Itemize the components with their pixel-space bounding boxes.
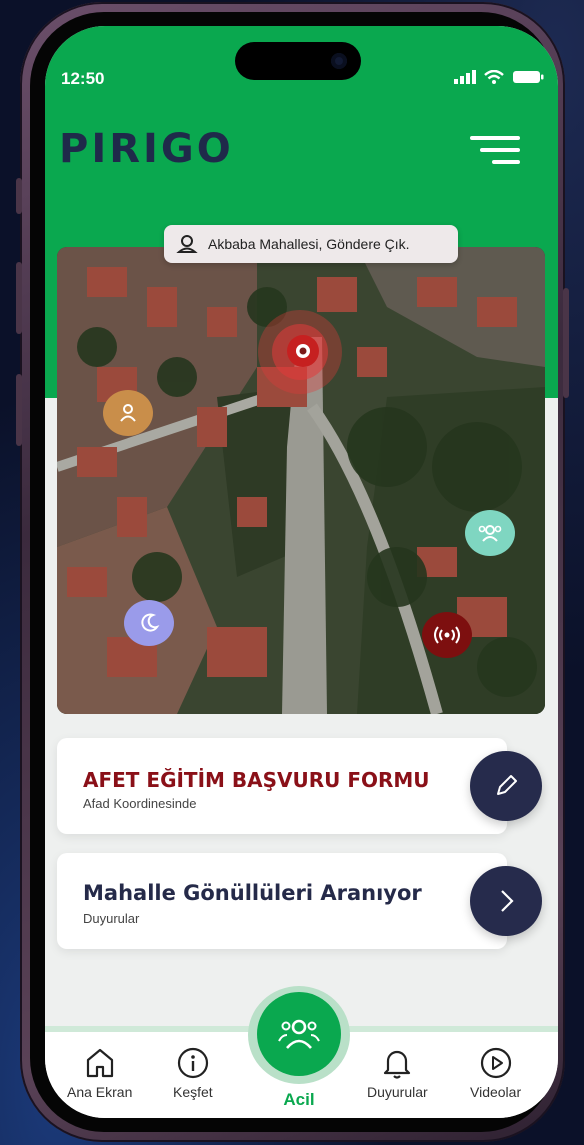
camera-icon — [331, 53, 347, 69]
card-subtitle: Duyurular — [83, 911, 140, 926]
card-afet-egitim[interactable]: AFET EĞİTİM BAŞVURU FORMU Afad Koordines… — [57, 738, 507, 834]
card-title: Mahalle Gönüllüleri Aranıyor — [83, 881, 422, 905]
tab-ana-ekran[interactable]: Ana Ekran — [67, 1046, 132, 1100]
app-screen: 12:50 PIRIGO Akbaba Mahallesi, Göndere Ç… — [45, 26, 558, 1118]
power-button — [563, 288, 569, 398]
volume-down-button — [16, 374, 22, 446]
person-icon — [120, 404, 136, 422]
card-subtitle: Afad Koordinesinde — [83, 796, 197, 811]
pirigo-logo: PIRIGO — [59, 126, 234, 172]
pencil-icon — [497, 775, 517, 795]
menu-line — [470, 136, 520, 140]
menu-line — [492, 160, 520, 164]
volume-up-button — [16, 262, 22, 334]
night-marker[interactable] — [124, 600, 174, 646]
tab-label: Ana Ekran — [67, 1084, 133, 1100]
tab-label: Videolar — [470, 1084, 522, 1100]
chevron-right-icon — [501, 890, 514, 912]
menu-line — [480, 148, 520, 152]
group-marker[interactable] — [465, 510, 515, 556]
person-marker[interactable] — [103, 390, 153, 436]
dynamic-island — [235, 42, 361, 80]
signal-icon — [454, 70, 476, 84]
signal-marker[interactable] — [422, 612, 472, 658]
play-icon — [480, 1047, 511, 1079]
edit-form-button[interactable] — [470, 751, 542, 821]
bell-icon — [384, 1050, 411, 1079]
map-imagery — [57, 247, 545, 714]
target-icon — [296, 344, 310, 358]
action-button — [16, 178, 22, 214]
info-icon — [177, 1047, 208, 1079]
location-pin-icon — [176, 235, 198, 253]
group-icon — [478, 525, 502, 542]
users-icon — [278, 1019, 320, 1049]
status-icons — [454, 70, 544, 84]
tab-label: Keşfet — [173, 1084, 213, 1100]
location-address: Akbaba Mahallesi, Göndere Çık. — [208, 236, 410, 252]
battery-icon — [513, 71, 544, 83]
acil-label: Acil — [283, 1090, 315, 1109]
tab-duyurular[interactable]: Duyurular — [367, 1046, 428, 1100]
broadcast-icon — [434, 626, 460, 644]
tab-kesfet[interactable]: Keşfet — [173, 1046, 213, 1100]
location-pill[interactable]: Akbaba Mahallesi, Göndere Çık. — [164, 225, 458, 263]
satellite-map[interactable] — [57, 247, 545, 714]
status-time: 12:50 — [61, 69, 105, 88]
svg-text:PIRIGO: PIRIGO — [59, 126, 234, 172]
card-mahalle-gonulluleri[interactable]: Mahalle Gönüllüleri Aranıyor Duyurular — [57, 853, 507, 949]
alert-location-marker[interactable] — [287, 335, 319, 367]
wifi-icon — [484, 70, 504, 84]
app-logo: PIRIGO — [59, 122, 249, 182]
tab-videolar[interactable]: Videolar — [470, 1046, 521, 1100]
home-icon — [86, 1048, 113, 1078]
moon-icon — [141, 613, 160, 632]
menu-button[interactable] — [470, 134, 520, 166]
card-title: AFET EĞİTİM BAŞVURU FORMU — [83, 768, 430, 792]
tab-label: Duyurular — [367, 1084, 428, 1100]
open-announcement-button[interactable] — [470, 866, 542, 936]
acil-button[interactable] — [257, 992, 341, 1076]
